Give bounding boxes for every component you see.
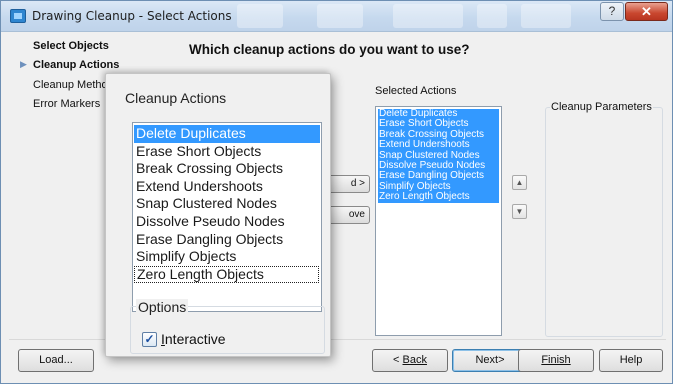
options-label: Options — [136, 299, 189, 315]
titlebar-glass-decoration — [393, 4, 463, 28]
arrow-up-icon: ▲ — [515, 178, 524, 187]
interactive-checkbox[interactable]: ✓ — [142, 332, 157, 347]
cleanup-action-item[interactable]: Break Crossing Objects — [134, 160, 320, 178]
back-button[interactable]: < Back — [372, 349, 448, 372]
titlebar-glass-decoration — [477, 4, 507, 28]
cleanup-action-item[interactable]: Simplify Objects — [134, 248, 320, 266]
current-step-arrow-icon: ▶ — [20, 59, 27, 69]
finish-button-label: Finish — [541, 354, 571, 366]
help-button[interactable]: Help — [599, 349, 663, 372]
cleanup-action-item[interactable]: Snap Clustered Nodes — [134, 195, 320, 213]
cleanup-action-item[interactable]: Erase Dangling Objects — [134, 231, 320, 249]
help-title-button[interactable]: ? — [600, 2, 624, 21]
remove-action-button[interactable]: ove — [326, 206, 370, 224]
drawing-cleanup-dialog: Drawing Cleanup - Select Actions ? ✕ Sel… — [0, 0, 673, 384]
cleanup-actions-heading: Cleanup Actions — [125, 90, 227, 106]
back-button-label: Back — [402, 354, 427, 366]
close-button[interactable]: ✕ — [625, 2, 668, 21]
move-up-button[interactable]: ▲ — [512, 175, 527, 190]
next-button[interactable]: Next> — [452, 349, 528, 372]
selected-actions-label: Selected Actions — [375, 85, 457, 97]
titlebar-glass-decoration — [237, 4, 283, 28]
window-title: Drawing Cleanup - Select Actions — [32, 9, 232, 23]
cleanup-action-item[interactable]: Erase Short Objects — [134, 143, 320, 161]
load-button[interactable]: Load... — [18, 349, 94, 372]
title-bar[interactable]: Drawing Cleanup - Select Actions ? ✕ — [1, 1, 672, 32]
cleanup-parameters-label: Cleanup Parameters — [550, 101, 653, 113]
selected-action-item[interactable]: Zero Length Objects — [378, 191, 499, 203]
app-icon — [10, 9, 26, 23]
cleanup-parameters-group — [545, 107, 663, 337]
nav-step-cleanup-actions: Cleanup Actions — [33, 59, 120, 71]
interactive-label[interactable]: Interactive — [161, 331, 226, 347]
nav-step-select-objects: Select Objects — [33, 40, 109, 52]
page-heading: Which cleanup actions do you want to use… — [189, 42, 470, 57]
cleanup-action-item[interactable]: Delete Duplicates — [134, 125, 320, 143]
cleanup-action-item[interactable]: Dissolve Pseudo Nodes — [134, 213, 320, 231]
zoom-loupe: Cleanup Actions Delete Duplicates Erase S… — [105, 73, 331, 357]
selected-actions-list[interactable]: Delete Duplicates Erase Short Objects Brea… — [375, 106, 502, 336]
interactive-label-text: nteractive — [164, 331, 226, 347]
nav-step-error-markers: Error Markers — [33, 98, 101, 110]
titlebar-glass-decoration — [317, 4, 363, 28]
titlebar-glass-decoration — [521, 4, 571, 28]
cleanup-action-item[interactable]: Extend Undershoots — [134, 178, 320, 196]
arrow-down-icon: ▼ — [515, 207, 524, 216]
checkmark-icon: ✓ — [144, 332, 155, 346]
cleanup-action-item[interactable]: Zero Length Objects — [134, 265, 319, 284]
finish-button[interactable]: Finish — [518, 349, 594, 372]
cleanup-actions-list[interactable]: Delete Duplicates Erase Short Objects Brea… — [132, 122, 322, 312]
add-action-button[interactable]: d > — [326, 175, 370, 193]
move-down-button[interactable]: ▼ — [512, 204, 527, 219]
